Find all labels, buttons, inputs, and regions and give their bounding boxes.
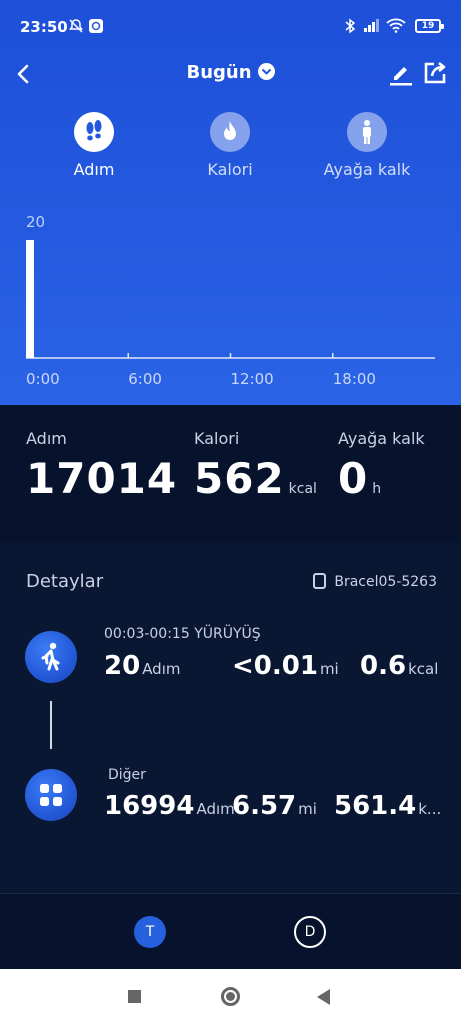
- footprints-icon: [74, 112, 114, 152]
- tab-steps[interactable]: Adım: [24, 112, 164, 179]
- tab-today[interactable]: T: [134, 916, 166, 948]
- status-bar: 23:50 19: [0, 0, 461, 52]
- watch-icon: [313, 573, 327, 589]
- home-circle-icon[interactable]: [221, 987, 240, 1006]
- chart-bar: [26, 240, 34, 358]
- y-tick-label: 20: [26, 213, 45, 231]
- x-tick-label: 6:00: [128, 370, 162, 388]
- wifi-icon: [386, 18, 406, 37]
- record-2-steps: 16994 Adım: [104, 791, 235, 821]
- battery-indicator: 19: [415, 19, 444, 33]
- record-1-steps: 20 Adım: [104, 651, 181, 681]
- record-2-distance-value: 6.57: [232, 791, 297, 821]
- summary-calories-value: 562: [194, 454, 285, 503]
- record-2-type: Diğer: [108, 767, 146, 783]
- summary-steps-value: 17014: [26, 454, 178, 503]
- record-1-distance-unit: mi: [319, 660, 339, 678]
- x-tick-label: 12:00: [231, 370, 274, 388]
- x-tick-label: 18:00: [333, 370, 376, 388]
- chevron-down-icon: [257, 63, 275, 80]
- bottom-tab-bar: T D: [0, 893, 461, 969]
- edit-button[interactable]: [386, 58, 416, 88]
- pencil-icon: [390, 67, 412, 86]
- summary-steps: Adım 17014: [26, 429, 181, 503]
- record-2-distance-unit: mi: [298, 800, 317, 818]
- timeline-connector: [50, 701, 52, 749]
- record-2-calories-unit: k...: [418, 800, 442, 818]
- summary-stand-value: 0: [338, 454, 369, 503]
- bluetooth-icon: [344, 18, 356, 38]
- record-1-calories-unit: kcal: [408, 660, 439, 678]
- system-nav-bar: [0, 969, 461, 1024]
- flame-icon: [210, 112, 250, 152]
- record-2-distance: 6.57 mi: [232, 791, 317, 821]
- tab-day[interactable]: D: [294, 916, 326, 948]
- record-1-distance: <0.01 mi: [232, 651, 339, 681]
- tab-calories[interactable]: Kalori: [160, 112, 300, 179]
- summary-panel: Adım 17014 Kalori 562 kcal Ayağa kalk 0h: [0, 405, 461, 543]
- dnd-bell-icon: [68, 18, 84, 38]
- apps-grid-icon: [25, 769, 77, 821]
- back-triangle-icon[interactable]: [317, 989, 330, 1005]
- record-1-calories-value: 0.6: [360, 651, 407, 681]
- record-1-time: 00:03-00:15 YÜRÜYÜŞ: [104, 626, 261, 642]
- record-1-steps-unit: Adım: [142, 660, 181, 678]
- device-label: Bracel05-5263: [334, 574, 437, 590]
- tab-steps-label: Adım: [73, 160, 115, 179]
- tab-calories-label: Kalori: [207, 160, 253, 179]
- walking-person-icon: [25, 631, 77, 683]
- page-title: Bugün: [186, 62, 252, 83]
- record-2-calories-value: 561.4: [334, 791, 417, 821]
- summary-calories-unit: kcal: [288, 481, 317, 497]
- details-title: Detaylar: [26, 571, 104, 592]
- app-notification-icon: [88, 18, 104, 38]
- x-tick-label: 0:00: [26, 370, 60, 388]
- record-1-steps-value: 20: [104, 651, 141, 681]
- share-button[interactable]: [420, 58, 450, 88]
- steps-chart: 20 0:00 6:00 12:00 18:00: [0, 200, 461, 400]
- record-2-steps-unit: Adım: [196, 800, 235, 818]
- summary-steps-label: Adım: [26, 429, 67, 448]
- signal-icon: [363, 18, 381, 36]
- tab-stand-label: Ayağa kalk: [323, 160, 411, 179]
- recents-square-icon[interactable]: [128, 990, 141, 1003]
- summary-stand-label: Ayağa kalk: [338, 429, 425, 448]
- status-time: 23:50: [20, 18, 68, 36]
- top-header: Bugün: [0, 52, 461, 96]
- summary-stand: Ayağa kalk 0h: [338, 429, 425, 503]
- device-name[interactable]: Bracel05-5263: [313, 573, 437, 590]
- record-2-calories: 561.4 k...: [334, 791, 441, 821]
- details-panel: Detaylar Bracel05-5263 00:03-00:15 YÜRÜY…: [0, 543, 461, 893]
- record-2-steps-value: 16994: [104, 791, 195, 821]
- standing-person-icon: [347, 112, 387, 152]
- record-1-distance-value: <0.01: [232, 651, 318, 681]
- summary-calories-label: Kalori: [194, 429, 240, 448]
- record-1-calories: 0.6 kcal: [360, 651, 438, 681]
- tab-stand[interactable]: Ayağa kalk: [297, 112, 437, 179]
- summary-calories: Kalori 562 kcal: [194, 429, 317, 503]
- summary-stand-unit: h: [372, 481, 382, 497]
- share-icon: [424, 61, 446, 84]
